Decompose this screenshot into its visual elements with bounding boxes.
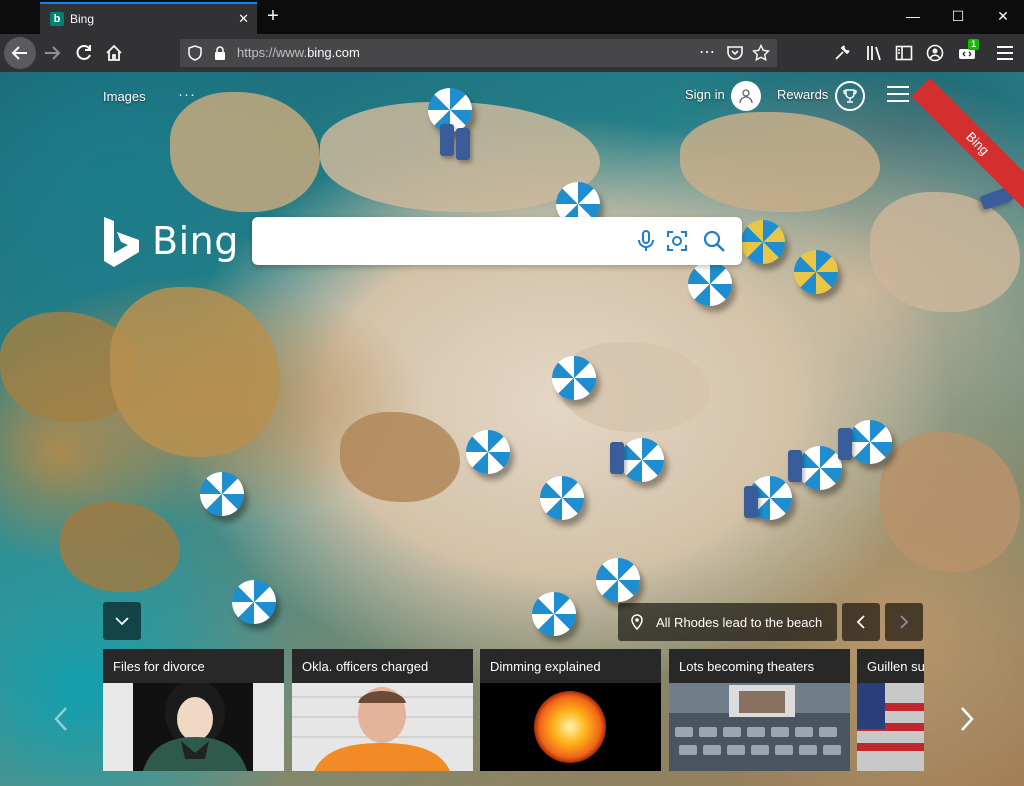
forward-button[interactable] — [38, 39, 66, 67]
bing-favicon-icon: b — [50, 12, 64, 26]
tracking-protection-shield-icon[interactable] — [188, 45, 202, 61]
sidebar-icon[interactable] — [895, 44, 913, 62]
collapse-news-button[interactable] — [103, 602, 141, 640]
tab-close-icon[interactable]: ✕ — [238, 11, 249, 27]
news-card[interactable]: Okla. officers charged — [292, 649, 473, 771]
news-card[interactable]: Lots becoming theaters — [669, 649, 850, 771]
previous-image-button[interactable] — [842, 603, 880, 641]
news-card-image — [103, 683, 284, 771]
forward-arrow-icon — [45, 46, 61, 60]
news-card-image — [857, 683, 924, 771]
close-window-button[interactable]: ✕ — [980, 0, 1024, 32]
user-avatar-icon[interactable] — [731, 81, 761, 111]
chevron-left-icon — [54, 707, 67, 731]
news-card-title: Files for divorce — [103, 649, 284, 683]
url-bar[interactable]: https://www.bing.com ⋯ — [180, 39, 777, 67]
back-arrow-icon — [11, 46, 27, 60]
url-text[interactable]: https://www.bing.com — [237, 45, 360, 60]
chevron-right-icon — [961, 707, 974, 731]
image-title: All Rhodes lead to the beach — [656, 615, 823, 630]
images-link[interactable]: Images — [103, 89, 146, 104]
chevron-down-icon — [115, 617, 129, 626]
reload-icon — [76, 44, 91, 60]
image-info-button[interactable]: All Rhodes lead to the beach — [618, 603, 837, 641]
chevron-left-icon — [856, 615, 865, 629]
bing-b-logo-icon — [104, 217, 139, 267]
navigation-toolbar: https://www.bing.com ⋯ 1 — [0, 34, 1024, 72]
minimize-button[interactable]: — — [890, 0, 936, 32]
search-box — [252, 217, 742, 265]
rewards-trophy-icon[interactable] — [835, 81, 865, 111]
settings-menu-button[interactable] — [887, 86, 909, 104]
news-card[interactable]: Guillen sus — [857, 649, 924, 771]
news-card-image — [480, 683, 661, 771]
maximize-button[interactable]: ☐ — [935, 0, 981, 32]
developer-tools-wrench-icon[interactable] — [833, 44, 851, 62]
news-card-image — [292, 683, 473, 771]
news-card-title: Guillen sus — [857, 649, 924, 683]
bing-ribbon: Bing — [911, 78, 1024, 210]
url-scheme: https://www. — [237, 45, 308, 60]
tab-bar: b Bing ✕ + — ☐ ✕ — [0, 0, 1024, 34]
home-icon — [106, 44, 122, 61]
home-button[interactable] — [100, 39, 128, 67]
visual-search-icon[interactable] — [665, 229, 689, 253]
sign-in-link[interactable]: Sign in — [685, 87, 725, 102]
tab-title: Bing — [70, 12, 95, 26]
logo-text: Bing — [152, 219, 239, 263]
library-icon[interactable] — [865, 44, 883, 62]
bookmark-star-icon[interactable] — [752, 44, 770, 62]
tab-bing[interactable]: b Bing ✕ — [40, 2, 257, 34]
chevron-right-icon — [900, 615, 909, 629]
app-menu-icon[interactable] — [997, 44, 1013, 60]
reload-button[interactable] — [70, 39, 98, 67]
back-button[interactable] — [4, 37, 36, 69]
news-card[interactable]: Dimming explained — [480, 649, 661, 771]
news-card-title: Okla. officers charged — [292, 649, 473, 683]
rewards-link[interactable]: Rewards — [777, 87, 828, 102]
search-input[interactable] — [266, 227, 626, 255]
pocket-icon[interactable] — [726, 44, 744, 62]
news-card-title: Dimming explained — [480, 649, 661, 683]
new-tab-button[interactable]: + — [262, 5, 284, 28]
bing-homepage: Images ··· Sign in Rewards Bing Bing All… — [0, 72, 1024, 786]
next-image-button[interactable] — [885, 603, 923, 641]
carousel-previous-button[interactable] — [50, 702, 74, 736]
url-host: bing.com — [307, 45, 360, 60]
trophy-icon — [843, 89, 857, 103]
news-card-image — [669, 683, 850, 771]
location-pin-icon — [631, 614, 643, 630]
microphone-icon[interactable] — [634, 229, 658, 253]
carousel-next-button[interactable] — [954, 702, 978, 736]
more-links-button[interactable]: ··· — [178, 86, 196, 103]
news-card[interactable]: Files for divorce — [103, 649, 284, 771]
account-icon[interactable] — [926, 44, 944, 62]
lock-icon[interactable] — [213, 45, 227, 61]
search-icon[interactable] — [702, 229, 726, 253]
addon-badge: 1 — [968, 39, 980, 50]
person-icon — [739, 89, 753, 104]
page-actions-icon[interactable]: ⋯ — [698, 42, 716, 61]
news-card-title: Lots becoming theaters — [669, 649, 850, 683]
